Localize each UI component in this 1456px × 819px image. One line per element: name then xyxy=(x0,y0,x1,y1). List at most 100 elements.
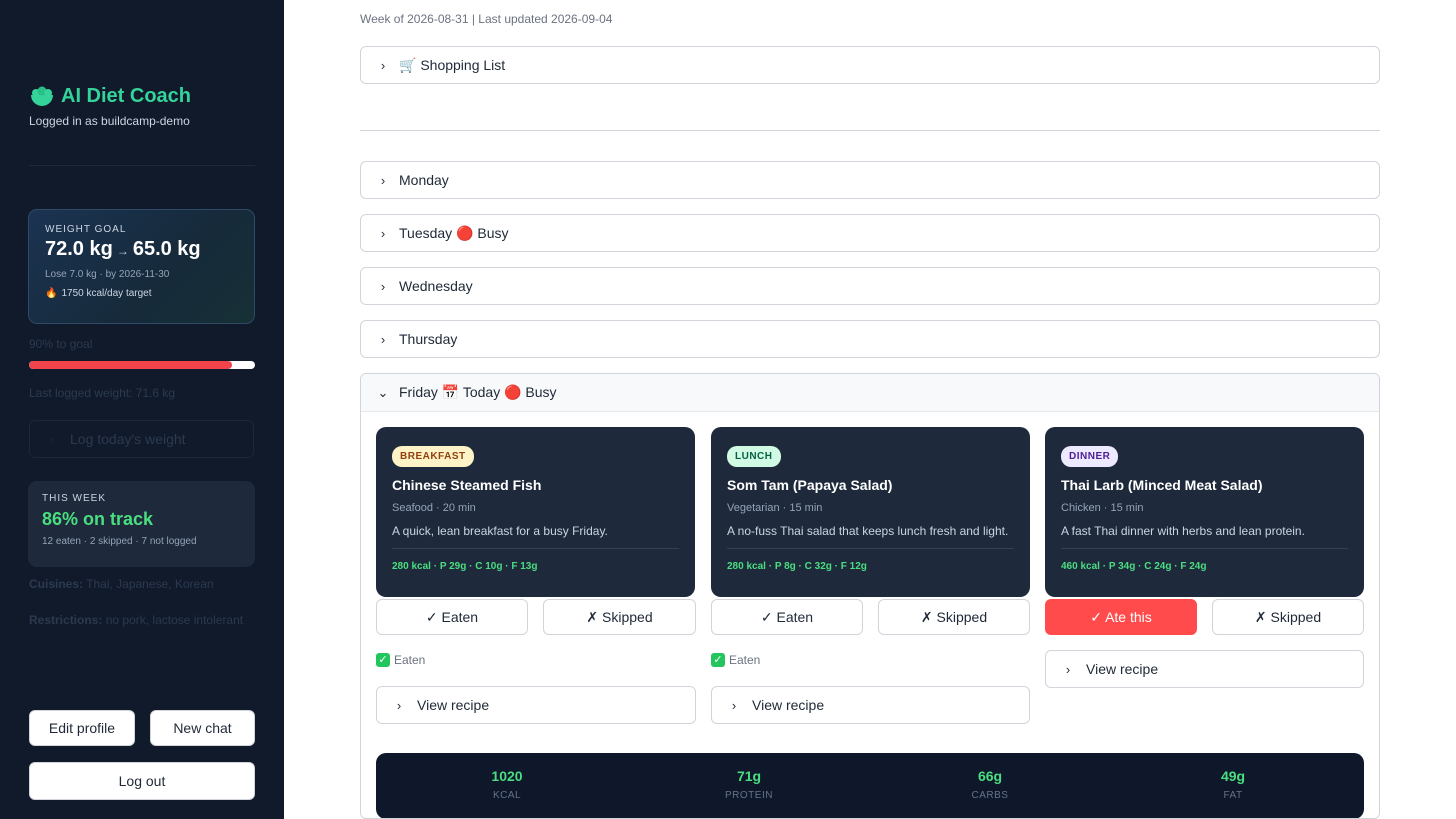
meal-description: A quick, lean breakfast for a busy Frida… xyxy=(392,524,679,549)
meal-meta: Vegetarian · 15 min xyxy=(727,502,823,514)
log-weight-expander[interactable]: › Log today's weight xyxy=(29,420,254,458)
meal-card-breakfast: BREAKFAST Chinese Steamed Fish Seafood ·… xyxy=(376,427,695,597)
restrictions-text: Restrictions: no pork, lactose intoleran… xyxy=(29,613,243,627)
view-recipe-expander[interactable]: › View recipe xyxy=(711,686,1030,724)
day-expander-thursday[interactable]: › Thursday xyxy=(360,320,1380,358)
day-expander-wednesday[interactable]: › Wednesday xyxy=(360,267,1380,305)
restrictions-value: no pork, lactose intolerant xyxy=(105,613,244,627)
view-recipe-expander[interactable]: › View recipe xyxy=(1045,650,1364,688)
chevron-right-icon: › xyxy=(1065,661,1071,677)
chevron-right-icon: › xyxy=(396,697,402,713)
kcal-target: 🔥 1750 kcal/day target xyxy=(45,288,238,299)
this-week-card: THIS WEEK 86% on track 12 eaten · 2 skip… xyxy=(28,481,255,567)
logged-in-text: Logged in as buildcamp-demo xyxy=(29,114,190,128)
eaten-button[interactable]: ✓ Eaten xyxy=(376,599,528,635)
meal-meta: Seafood · 20 min xyxy=(392,502,476,514)
meal-macros: 280 kcal · P 29g · C 10g · F 13g xyxy=(392,561,538,572)
week-header: Week of 2026-08-31 | Last updated 2026-0… xyxy=(360,12,613,26)
total-protein: 71g PROTEIN xyxy=(684,768,814,801)
skipped-button[interactable]: ✗ Skipped xyxy=(1212,599,1364,635)
app-title: AI Diet Coach xyxy=(61,85,192,107)
eaten-button[interactable]: ✓ Eaten xyxy=(711,599,863,635)
sidebar-divider xyxy=(29,165,255,166)
weight-from: 72.0 kg xyxy=(45,238,113,260)
day-expander-tuesday[interactable]: › Tuesday 🔴 Busy xyxy=(360,214,1380,252)
new-chat-button[interactable]: New chat xyxy=(150,710,255,746)
total-label: PROTEIN xyxy=(725,790,773,801)
meal-badge: LUNCH xyxy=(727,446,781,467)
day-label: Tuesday 🔴 Busy xyxy=(399,224,509,241)
sidebar: AI Diet Coach Logged in as buildcamp-dem… xyxy=(0,0,284,819)
chevron-right-icon: › xyxy=(380,278,386,294)
view-recipe-label: View recipe xyxy=(1086,661,1159,677)
chevron-right-icon: › xyxy=(380,172,386,188)
skipped-button[interactable]: ✗ Skipped xyxy=(543,599,696,635)
day-label: Friday 📅 Today 🔴 Busy xyxy=(399,384,557,400)
meal-badge: DINNER xyxy=(1061,446,1119,467)
meal-name: Thai Larb (Minced Meat Salad) xyxy=(1061,477,1263,493)
skipped-button[interactable]: ✗ Skipped xyxy=(878,599,1030,635)
check-icon: ✓ xyxy=(376,653,390,667)
goal-progress-fill xyxy=(29,361,233,369)
day-label: Thursday xyxy=(399,331,458,347)
meal-status: ✓ Eaten xyxy=(711,653,760,667)
total-value: 1020 xyxy=(491,768,523,784)
edit-profile-button[interactable]: Edit profile xyxy=(29,710,135,746)
check-icon: ✓ xyxy=(711,653,725,667)
total-value: 71g xyxy=(736,768,762,784)
salad-bowl-icon xyxy=(31,86,53,106)
progress-label: 90% to goal xyxy=(29,337,93,351)
shopping-list-expander[interactable]: › 🛒 Shopping List xyxy=(360,46,1380,84)
meal-macros: 280 kcal · P 8g · C 32g · F 12g xyxy=(727,561,867,572)
chevron-right-icon: › xyxy=(380,331,386,347)
this-week-label: THIS WEEK xyxy=(42,493,107,504)
main-content: Week of 2026-08-31 | Last updated 2026-0… xyxy=(360,0,1380,819)
meal-card-lunch: LUNCH Som Tam (Papaya Salad) Vegetarian … xyxy=(711,427,1030,597)
meal-status-text: Eaten xyxy=(729,653,761,667)
chevron-right-icon: › xyxy=(49,431,55,447)
weight-to: 65.0 kg xyxy=(132,238,201,260)
total-label: KCAL xyxy=(492,790,522,801)
total-fat: 49g FAT xyxy=(1168,768,1298,801)
cuisines-text: Cuisines: Thai, Japanese, Korean xyxy=(29,577,214,591)
chevron-right-icon: › xyxy=(380,57,386,73)
view-recipe-label: View recipe xyxy=(417,697,490,713)
meal-macros: 460 kcal · P 34g · C 24g · F 24g xyxy=(1061,561,1207,572)
meal-name: Som Tam (Papaya Salad) xyxy=(727,477,893,493)
meal-meta: Chicken · 15 min xyxy=(1061,502,1144,514)
weight-goal-label: WEIGHT GOAL xyxy=(45,224,127,235)
goal-progress-bar xyxy=(29,361,255,369)
last-logged-weight: Last logged weight: 71.6 kg xyxy=(29,386,176,400)
view-recipe-expander[interactable]: › View recipe xyxy=(376,686,696,724)
meal-description: A no-fuss Thai salad that keeps lunch fr… xyxy=(727,524,1014,549)
total-label: FAT xyxy=(1223,790,1243,801)
shopping-list-label: 🛒 Shopping List xyxy=(399,56,506,73)
friday-header[interactable]: ⌄ Friday 📅 Today 🔴 Busy xyxy=(361,374,1379,412)
meal-badge: BREAKFAST xyxy=(392,446,474,467)
weight-goal-sub: Lose 7.0 kg · by 2026-11-30 xyxy=(45,269,170,280)
day-label: Monday xyxy=(399,172,449,188)
cuisines-value: Thai, Japanese, Korean xyxy=(86,577,214,591)
meal-name: Chinese Steamed Fish xyxy=(392,477,542,493)
view-recipe-label: View recipe xyxy=(752,697,825,713)
total-label: CARBS xyxy=(971,790,1009,801)
chevron-right-icon: › xyxy=(380,225,386,241)
meal-card-dinner: DINNER Thai Larb (Minced Meat Salad) Chi… xyxy=(1045,427,1364,597)
cuisines-label: Cuisines: xyxy=(29,577,84,591)
restrictions-label: Restrictions: xyxy=(29,613,103,627)
meal-status: ✓ Eaten xyxy=(376,653,425,667)
chevron-down-icon: ⌄ xyxy=(377,384,389,400)
this-week-percent: 86% on track xyxy=(42,509,154,529)
this-week-summary: 12 eaten · 2 skipped · 7 not logged xyxy=(42,536,197,547)
brand: AI Diet Coach xyxy=(29,85,191,108)
log-out-button[interactable]: Log out xyxy=(29,762,255,800)
total-value: 49g xyxy=(1220,768,1246,784)
meal-status-text: Eaten xyxy=(394,653,426,667)
meal-description: A fast Thai dinner with herbs and lean p… xyxy=(1061,524,1348,549)
day-expander-monday[interactable]: › Monday xyxy=(360,161,1380,199)
arrow-right-icon: → xyxy=(116,244,129,258)
ate-this-button[interactable]: ✓ Ate this xyxy=(1045,599,1197,635)
total-carbs: 66g CARBS xyxy=(925,768,1055,801)
total-kcal: 1020 KCAL xyxy=(442,768,572,801)
kcal-target-text: 1750 kcal/day target xyxy=(61,288,152,299)
